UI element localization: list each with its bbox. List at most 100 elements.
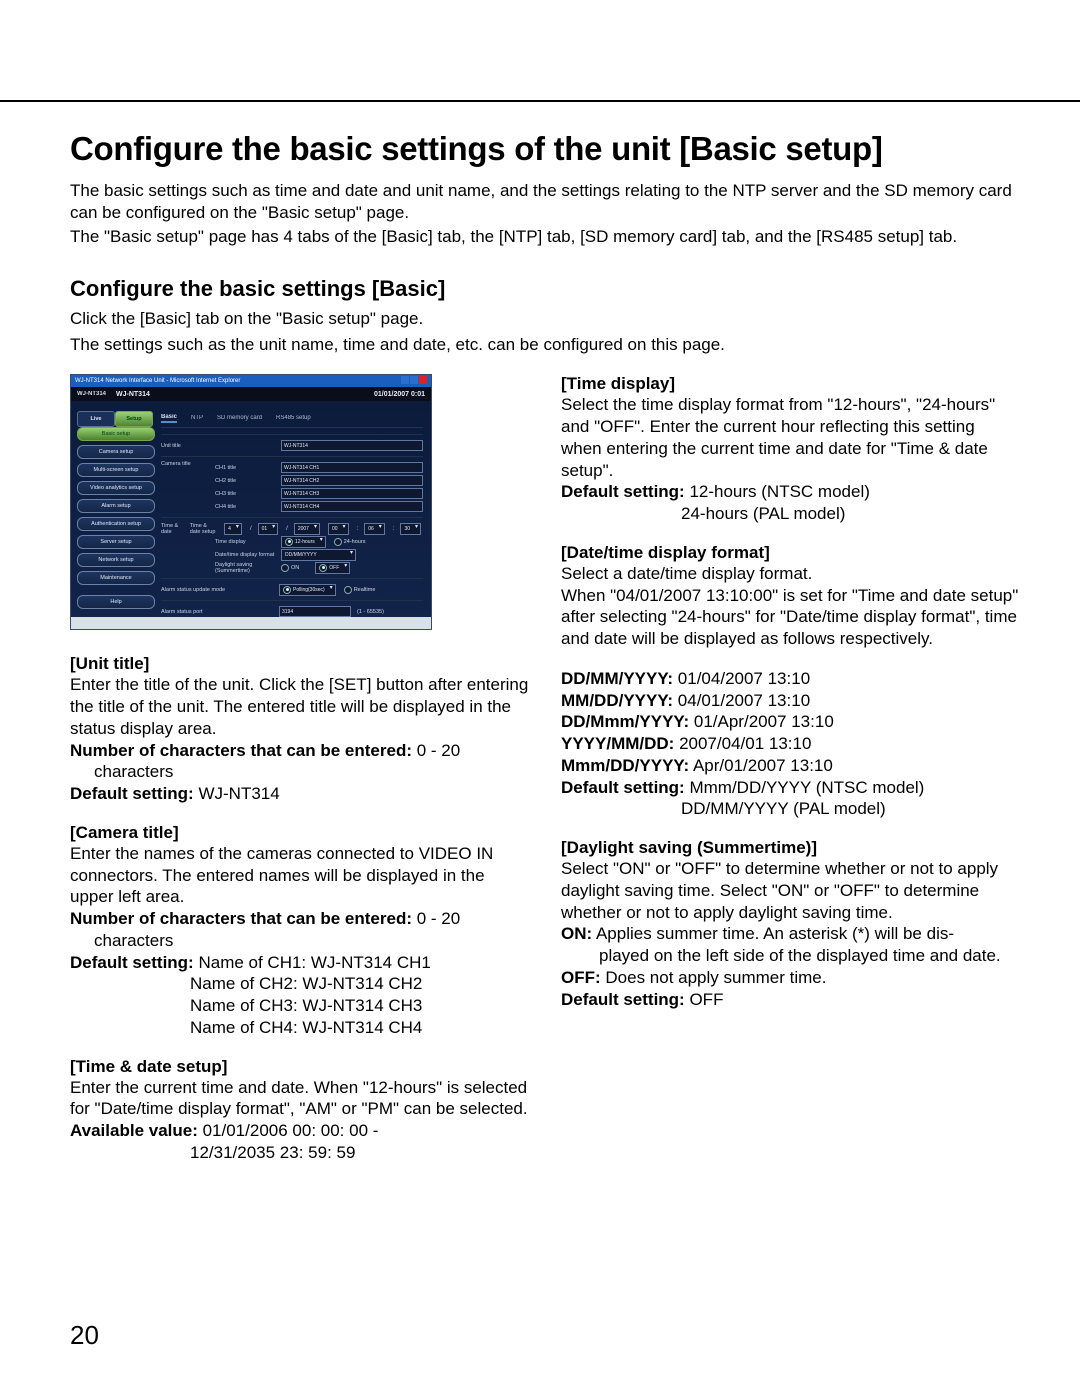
input-ch4[interactable] (281, 501, 423, 512)
text-dtf-default: Default setting: Mmm/DD/YYYY (NTSC model… (561, 777, 1020, 799)
left-column: WJ-NT314 Network Interface Unit - Micros… (70, 374, 529, 1163)
sidebar-item-server[interactable]: Server setup (77, 535, 155, 549)
text-unit-default: Default setting: WJ-NT314 (70, 783, 529, 805)
radio-24h[interactable]: 24-hours (334, 538, 366, 546)
alarm-mode-block: Alarm status update mode Polling(30sec) … (161, 578, 423, 600)
text-dst: Select "ON" or "OFF" to determine whethe… (561, 858, 1020, 923)
text-dtf-1: Select a date/time display format. (561, 563, 1020, 585)
sel-hh[interactable]: 00 (328, 523, 349, 535)
text-camera-chars-word: characters (70, 930, 529, 952)
main-tab-ntp[interactable]: NTP (191, 415, 203, 421)
text-unit-chars: Number of characters that can be entered… (70, 740, 529, 762)
sidebar-item-auth[interactable]: Authentication setup (77, 517, 155, 531)
radio-dst-on[interactable]: ON (281, 564, 299, 572)
sel-mm[interactable]: 06 (364, 523, 385, 535)
label-dtf: Date/time display format (215, 552, 275, 558)
intro-p1: The basic settings such as time and date… (70, 180, 1020, 224)
text-camera-default: Default setting: Name of CH1: WJ-NT314 C… (70, 952, 529, 974)
text-time-default: Default setting: 12-hours (NTSC model) (561, 481, 1020, 503)
heading-camera-title: [Camera title] (70, 823, 529, 843)
sel-day[interactable]: 01 (258, 523, 279, 535)
text-dst-on-cont: played on the left side of the displayed… (561, 945, 1020, 967)
fmt-ddm: DD/Mmm/YYYY: 01/Apr/2007 13:10 (561, 711, 1020, 733)
app-header: WJ-NT314 WJ-NT314 01/01/2007 0:01 (71, 387, 431, 401)
input-ch1[interactable] (281, 462, 423, 473)
label-unit-title: Unit title (161, 443, 209, 449)
heading-time-date-setup: [Time & date setup] (70, 1057, 529, 1077)
label-time-date: Time & date (161, 523, 184, 535)
text-unit-chars-word: characters (70, 761, 529, 783)
fmt-mmm: Mmm/DD/YYYY: Apr/01/2007 13:10 (561, 755, 1020, 777)
main-panel: Basic NTP SD memory card RS485 setup Uni… (161, 411, 423, 630)
label-alarm-mode: Alarm status update mode (161, 587, 273, 593)
sidebar-item-help[interactable]: Help (77, 595, 155, 609)
sel-year[interactable]: 2007 (294, 523, 320, 535)
settings-screenshot: WJ-NT314 Network Interface Unit - Micros… (70, 374, 432, 630)
tab-live[interactable]: Live (77, 411, 115, 427)
unit-title-block: Unit title (161, 434, 423, 456)
window-titlebar: WJ-NT314 Network Interface Unit - Micros… (71, 375, 431, 387)
sidebar-item-basic[interactable]: Basic setup (77, 427, 155, 441)
sel-date-format[interactable]: DD/MM/YYYY (281, 549, 356, 561)
text-dtf-2: When "04/01/2007 13:10:00" is set for "T… (561, 585, 1020, 650)
fmt-mm: MM/DD/YYYY: 04/01/2007 13:10 (561, 690, 1020, 712)
radio-realtime[interactable]: Realtime (344, 586, 376, 594)
label-time-display: Time display (215, 539, 275, 545)
text-time-display: Select the time display format from "12-… (561, 394, 1020, 481)
text-camera-ch2: Name of CH2: WJ-NT314 CH2 (70, 973, 529, 995)
label-ch3: CH3 title (215, 491, 275, 497)
text-dst-off: OFF: Does not apply summer time. (561, 967, 1020, 989)
input-unit-title[interactable] (281, 440, 423, 451)
text-camera-ch3: Name of CH3: WJ-NT314 CH3 (70, 995, 529, 1017)
fmt-y: YYYY/MM/DD: 2007/04/01 13:10 (561, 733, 1020, 755)
section-intro-2: The settings such as the unit name, time… (70, 334, 1020, 356)
heading-dtf: [Date/time display format] (561, 543, 1020, 563)
tab-setup[interactable]: Setup (115, 411, 153, 427)
model-label: WJ-NT314 (116, 391, 150, 398)
text-camera-chars: Number of characters that can be entered… (70, 908, 529, 930)
heading-time-display: [Time display] (561, 374, 1020, 394)
browser-statusbar (71, 617, 431, 629)
time-date-block: Time & date Time & date setup 4/ 01/ 200… (161, 517, 423, 578)
radio-polling[interactable]: Polling(30sec) (279, 584, 336, 596)
section-intro-1: Click the [Basic] tab on the "Basic setu… (70, 308, 1020, 330)
text-dtf-default-pal: DD/MM/YYYY (PAL model) (561, 798, 1020, 820)
page-title: Configure the basic settings of the unit… (70, 130, 1020, 168)
heading-unit-title: [Unit title] (70, 654, 529, 674)
port-range: (1 - 65535) (357, 609, 384, 615)
text-dst-default: Default setting: OFF (561, 989, 1020, 1011)
sidebar-item-camera[interactable]: Camera setup (77, 445, 155, 459)
sidebar-item-va[interactable]: Video analytics setup (77, 481, 155, 495)
label-alarm-port: Alarm status port (161, 609, 273, 615)
text-dst-on: ON: Applies summer time. An asterisk (*)… (561, 923, 1020, 945)
text-available-value-2: 12/31/2035 23: 59: 59 (70, 1142, 529, 1164)
input-ch2[interactable] (281, 475, 423, 486)
camera-title-block: Camera titleCH1 title CH2 title CH3 titl… (161, 456, 423, 517)
main-tab-rs485[interactable]: RS485 setup (276, 415, 311, 421)
app-body: Live Setup Basic setup Camera setup Mult… (71, 401, 431, 611)
sel-month[interactable]: 4 (224, 523, 242, 535)
input-ch3[interactable] (281, 488, 423, 499)
two-column-layout: WJ-NT314 Network Interface Unit - Micros… (70, 374, 1020, 1163)
sidebar-item-network[interactable]: Network setup (77, 553, 155, 567)
sidebar-item-alarm[interactable]: Alarm setup (77, 499, 155, 513)
text-available-value: Available value: 01/01/2006 00: 00: 00 - (70, 1120, 529, 1142)
radio-12h[interactable]: 12-hours (281, 536, 326, 548)
text-camera-title: Enter the names of the cameras connected… (70, 843, 529, 908)
label-ch4: CH4 title (215, 504, 275, 510)
horizontal-rule (0, 100, 1080, 102)
brand-label: WJ-NT314 (77, 391, 106, 397)
sel-ss[interactable]: 30 (400, 523, 421, 535)
sidebar-item-multi[interactable]: Multi-screen setup (77, 463, 155, 477)
sidebar-item-maint[interactable]: Maintenance (77, 571, 155, 585)
label-ch2: CH2 title (215, 478, 275, 484)
radio-dst-off[interactable]: OFF (315, 562, 350, 574)
text-time-default-pal: 24-hours (PAL model) (561, 503, 1020, 525)
input-alarm-port[interactable] (279, 606, 351, 617)
page-content: Configure the basic settings of the unit… (70, 130, 1020, 1164)
right-column: [Time display] Select the time display f… (561, 374, 1020, 1163)
main-tab-basic[interactable]: Basic (161, 414, 177, 423)
window-title: WJ-NT314 Network Interface Unit - Micros… (75, 378, 240, 384)
header-clock: 01/01/2007 0:01 (374, 391, 425, 398)
main-tab-sd[interactable]: SD memory card (217, 415, 262, 421)
